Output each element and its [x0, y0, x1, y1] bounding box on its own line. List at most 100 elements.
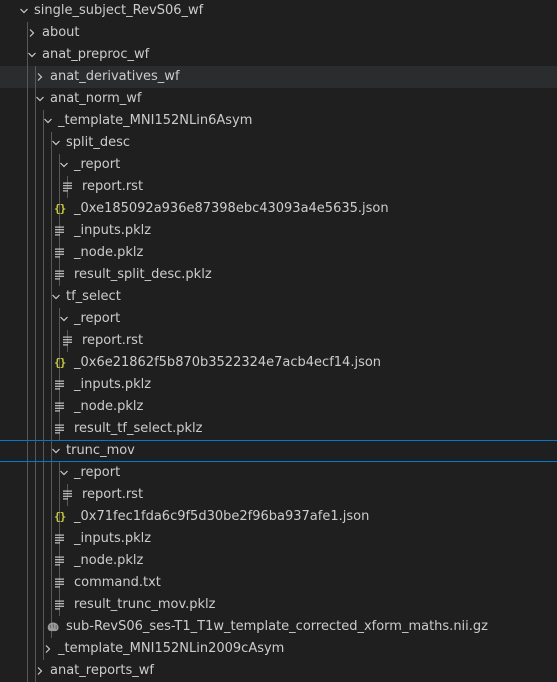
indent-guide [43, 264, 44, 286]
folder-row-template-mni152nlin6asym[interactable]: _template_MNI152NLin6Asym [0, 110, 557, 132]
folder-row-split-desc[interactable]: split_desc [0, 132, 557, 154]
indent-guide [35, 198, 36, 220]
folder-row-tf-select[interactable]: tf_select [0, 286, 557, 308]
indent-guide [35, 484, 36, 506]
file-row-command-txt[interactable]: command.txt [0, 572, 557, 594]
folder-row-anat-preproc-wf[interactable]: anat_preproc_wf [0, 44, 557, 66]
file-row-0x6e21862f5b870b3522324e7acb4ecf14-json[interactable]: {} _0x6e21862f5b870b3522324e7acb4ecf14.js… [0, 352, 557, 374]
tree-item-label: _0x6e21862f5b870b3522324e7acb4ecf14.json [74, 355, 382, 370]
file-row-result-split-desc-pklz[interactable]: result_split_desc.pklz [0, 264, 557, 286]
folder-row-single-subject-revs06-wf[interactable]: single_subject_RevS06_wf [0, 0, 557, 22]
indent-guide [51, 154, 52, 176]
chevron-down-icon[interactable] [40, 110, 56, 132]
indent-guide [27, 616, 28, 638]
indent-guide [27, 132, 28, 154]
folder-row-trunc-mov[interactable]: trunc_mov [0, 440, 557, 462]
folder-row-anat-norm-wf[interactable]: anat_norm_wf [0, 88, 557, 110]
file-row-report-rst[interactable]: report.rst [0, 330, 557, 352]
indent-guide [27, 550, 28, 572]
indent-guide [27, 528, 28, 550]
indent-guide [35, 396, 36, 418]
tree-item-label: single_subject_RevS06_wf [34, 3, 204, 18]
file-row-node-pklz[interactable]: _node.pklz [0, 242, 557, 264]
chevron-down-icon[interactable] [48, 286, 64, 308]
folder-row-report[interactable]: _report [0, 154, 557, 176]
text-file-icon [52, 242, 68, 264]
chevron-down-icon[interactable] [32, 88, 48, 110]
tree-item-label: about [42, 25, 80, 40]
file-row-result-tf-select-pklz[interactable]: result_tf_select.pklz [0, 418, 557, 440]
chevron-down-icon[interactable] [24, 44, 40, 66]
indent-guide [51, 308, 52, 330]
brain-image-icon [44, 616, 60, 638]
indent-guide [43, 176, 44, 198]
tree-item-label: _inputs.pklz [74, 531, 152, 546]
indent-guide [27, 330, 28, 352]
text-file-icon [52, 220, 68, 242]
tree-item-label: _node.pklz [74, 399, 144, 414]
indent-guide [35, 264, 36, 286]
chevron-down-icon[interactable] [16, 0, 32, 22]
file-row-node-pklz[interactable]: _node.pklz [0, 550, 557, 572]
chevron-right-icon[interactable] [40, 638, 56, 660]
indent-guide [27, 264, 28, 286]
indent-guide [27, 484, 28, 506]
file-row-inputs-pklz[interactable]: _inputs.pklz [0, 374, 557, 396]
indent-guide [51, 462, 52, 484]
chevron-right-icon[interactable] [32, 66, 48, 88]
indent-guide [43, 572, 44, 594]
indent-guide [27, 440, 28, 462]
indent-guide [35, 242, 36, 264]
tree-item-label: result_split_desc.pklz [74, 267, 212, 282]
file-row-node-pklz[interactable]: _node.pklz [0, 396, 557, 418]
folder-row-anat-derivatives-wf[interactable]: anat_derivatives_wf [0, 66, 557, 88]
folder-row-anat-reports-wf[interactable]: anat_reports_wf [0, 660, 557, 682]
chevron-down-icon[interactable] [56, 154, 72, 176]
indent-guide [43, 396, 44, 418]
indent-guide [35, 638, 36, 660]
folder-row-about[interactable]: about [0, 22, 557, 44]
indent-guide [51, 198, 52, 220]
indent-guide [43, 374, 44, 396]
chevron-down-icon[interactable] [56, 308, 72, 330]
chevron-down-icon[interactable] [56, 462, 72, 484]
indent-guide [35, 572, 36, 594]
chevron-right-icon[interactable] [24, 22, 40, 44]
chevron-right-icon[interactable] [32, 660, 48, 682]
indent-guide [51, 352, 52, 374]
indent-guide [43, 462, 44, 484]
tree-item-label: _node.pklz [74, 245, 144, 260]
tree-item-label: anat_reports_wf [50, 663, 154, 678]
indent-guide [27, 66, 28, 88]
indent-guide [51, 506, 52, 528]
indent-guide [51, 176, 52, 198]
indent-guide [27, 418, 28, 440]
file-row-report-rst[interactable]: report.rst [0, 484, 557, 506]
indent-guide [35, 286, 36, 308]
indent-guide [35, 352, 36, 374]
chevron-down-icon[interactable] [48, 132, 64, 154]
indent-guide [35, 132, 36, 154]
indent-guide [43, 550, 44, 572]
tree-item-label: _template_MNI152NLin6Asym [58, 113, 253, 128]
indent-guide [27, 660, 28, 682]
folder-row-report[interactable]: _report [0, 308, 557, 330]
text-file-icon [52, 264, 68, 286]
indent-guide [27, 638, 28, 660]
indent-guide [35, 616, 36, 638]
text-file-icon [60, 176, 76, 198]
file-row-0x71fec1fda6c9f5d30be2f96ba937afe1-json[interactable]: {} _0x71fec1fda6c9f5d30be2f96ba937afe1.js… [0, 506, 557, 528]
tree-item-label: report.rst [82, 487, 144, 502]
file-row-report-rst[interactable]: report.rst [0, 176, 557, 198]
file-row-0xe185092a936e87398ebc43093a4e5635-json[interactable]: {} _0xe185092a936e87398ebc43093a4e5635.js… [0, 198, 557, 220]
file-row-sub-revs06-ses-t1-t1w-template-corrected-xform-maths-nii-gz[interactable]: sub-RevS06_ses-T1_T1w_template_corrected… [0, 616, 557, 638]
indent-guide [43, 352, 44, 374]
tree-item-label: sub-RevS06_ses-T1_T1w_template_corrected… [66, 619, 488, 634]
text-file-icon [52, 572, 68, 594]
folder-row-template-mni152nlin2009casym[interactable]: _template_MNI152NLin2009cAsym [0, 638, 557, 660]
chevron-down-icon[interactable] [48, 440, 64, 462]
file-row-inputs-pklz[interactable]: _inputs.pklz [0, 528, 557, 550]
folder-row-report[interactable]: _report [0, 462, 557, 484]
file-row-inputs-pklz[interactable]: _inputs.pklz [0, 220, 557, 242]
file-row-result-trunc-mov-pklz[interactable]: result_trunc_mov.pklz [0, 594, 557, 616]
